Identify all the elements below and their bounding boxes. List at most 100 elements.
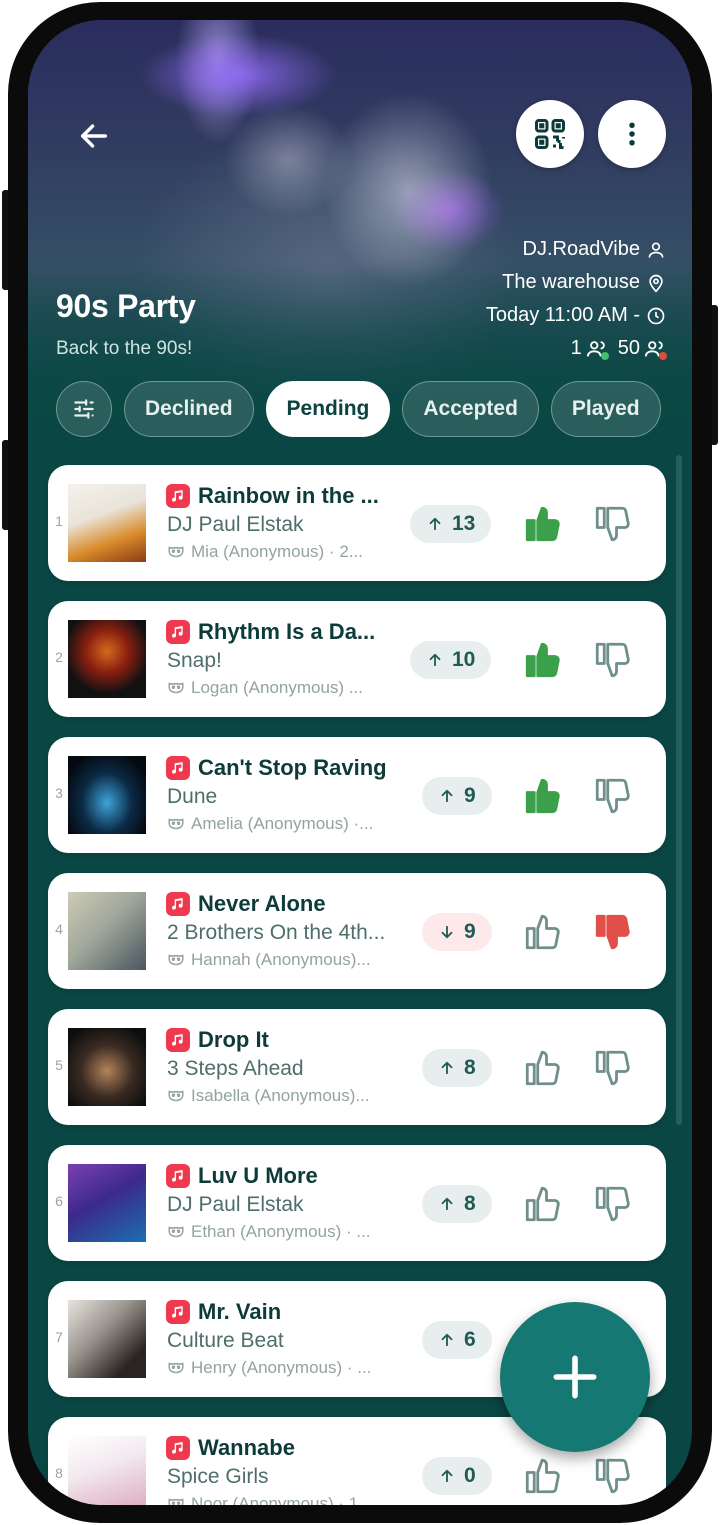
song-title-row: Rainbow in the ... [166,481,406,511]
downvote-button[interactable] [590,1045,636,1091]
event-time: Today 11:00 AM - [486,304,666,327]
clock-icon [647,307,665,324]
song-artist: Spice Girls [167,1465,269,1488]
apple-music-icon [166,620,190,644]
song-card[interactable]: 2 Rhythm Is a Da... Snap! Logan (Anonymo… [48,601,666,717]
vote-count-badge: 10 [410,641,492,679]
song-title: Mr. Vain [198,1299,282,1324]
song-artist: Snap! [167,649,222,672]
plus-icon [553,1355,597,1399]
filter-settings-button[interactable] [56,381,112,437]
song-card[interactable]: 6 Luv U More DJ Paul Elstak Ethan (Anony… [48,1145,666,1261]
add-song-button[interactable] [500,1302,650,1452]
mask-icon [168,1362,184,1374]
upvote-button[interactable] [520,1045,566,1091]
event-venue: The warehouse [502,271,666,294]
mask-icon [168,954,184,966]
thumbs-up-icon [525,1186,560,1222]
upvote-button[interactable] [520,773,566,819]
tab-played[interactable]: Played [550,381,661,437]
vote-count-badge: 0 [422,1457,492,1495]
rank-number: 4 [55,921,63,937]
downvote-button[interactable] [590,1181,636,1227]
thumbs-down-icon [595,506,630,542]
song-title-row: Drop It [166,1025,406,1055]
song-artist: Dune [167,785,218,808]
tab-pending[interactable]: Pending [265,381,391,437]
mask-icon [168,1090,184,1102]
arrow-up-icon [441,789,453,803]
thumbs-down-icon [595,1458,630,1494]
requester-row: Amelia (Anonymous) ·... [167,813,409,835]
vote-count-badge: 6 [422,1321,492,1359]
upvote-button[interactable] [520,501,566,547]
song-title-row: Never Alone [166,889,406,919]
qr-code-button[interactable] [516,100,584,168]
upvote-button[interactable] [520,909,566,955]
thumbs-up-icon [525,1050,560,1086]
downvote-button[interactable] [590,637,636,683]
attendee-counts: 1 50 [571,337,667,360]
thumbs-up-icon [525,506,560,542]
song-title-row: Luv U More [166,1161,406,1191]
song-title: Never Alone [198,891,326,916]
apple-music-icon [166,484,190,508]
requester-name: Ethan (Anonymous) · ... [191,1222,371,1241]
song-title-row: Wannabe [166,1433,406,1463]
vote-count: 9 [464,784,476,807]
arrow-left-icon [80,124,108,148]
thumbs-down-icon [595,1050,630,1086]
vote-count-badge: 8 [422,1049,492,1087]
upvote-button[interactable] [520,1181,566,1227]
status-filter-bar: Declined Pending Accepted Played [56,380,692,438]
downvote-button[interactable] [590,909,636,955]
users-total-icon [644,338,667,360]
song-card[interactable]: 3 Can't Stop Raving Dune Amelia (Anonymo… [48,737,666,853]
song-card[interactable]: 5 Drop It 3 Steps Ahead Isabella (Anonym… [48,1009,666,1125]
thumbs-up-icon [525,1458,560,1494]
mask-icon [168,1498,184,1505]
thumbs-down-icon [595,778,630,814]
song-title: Wannabe [198,1435,295,1460]
album-art [68,1436,146,1505]
rank-number: 7 [55,1329,63,1345]
song-title-row: Rhythm Is a Da... [166,617,406,647]
apple-music-icon [166,1028,190,1052]
apple-music-icon [166,1436,190,1460]
requester-name: Logan (Anonymous) ... [191,678,363,697]
album-art [68,1028,146,1106]
back-button[interactable] [66,108,122,164]
more-vertical-icon [629,122,635,146]
more-options-button[interactable] [598,100,666,168]
downvote-button[interactable] [590,773,636,819]
list-scrollbar[interactable] [676,455,682,1125]
vote-count: 6 [464,1328,476,1351]
upvote-button[interactable] [520,1453,566,1499]
song-card[interactable]: 1 Rainbow in the ... DJ Paul Elstak Mia … [48,465,666,581]
downvote-button[interactable] [590,1453,636,1499]
requester-row: Mia (Anonymous) · 2... [167,541,409,563]
song-card[interactable]: 4 Never Alone 2 Brothers On the 4th... H… [48,873,666,989]
tab-declined[interactable]: Declined [124,381,254,437]
song-artist: 2 Brothers On the 4th... [167,921,386,944]
mask-icon [168,818,184,830]
upvote-button[interactable] [520,637,566,683]
vote-count: 8 [464,1192,476,1215]
arrow-up-icon [429,517,441,531]
mask-icon [168,546,184,558]
arrow-up-icon [441,1061,453,1075]
tab-accepted[interactable]: Accepted [402,381,539,437]
thumbs-up-icon [525,914,560,950]
album-art [68,620,146,698]
downvote-button[interactable] [590,501,636,547]
time-text: Today 11:00 AM - [485,304,640,326]
map-pin-icon [649,274,663,293]
vote-count: 13 [452,512,476,535]
rank-number: 2 [55,649,63,665]
vote-count: 0 [464,1464,476,1487]
rank-number: 1 [55,513,63,529]
requester-row: Logan (Anonymous) ... [167,677,409,699]
vote-count-badge: 9 [422,913,492,951]
requester-row: Hannah (Anonymous)... [167,949,409,971]
song-artist: Culture Beat [167,1329,284,1352]
